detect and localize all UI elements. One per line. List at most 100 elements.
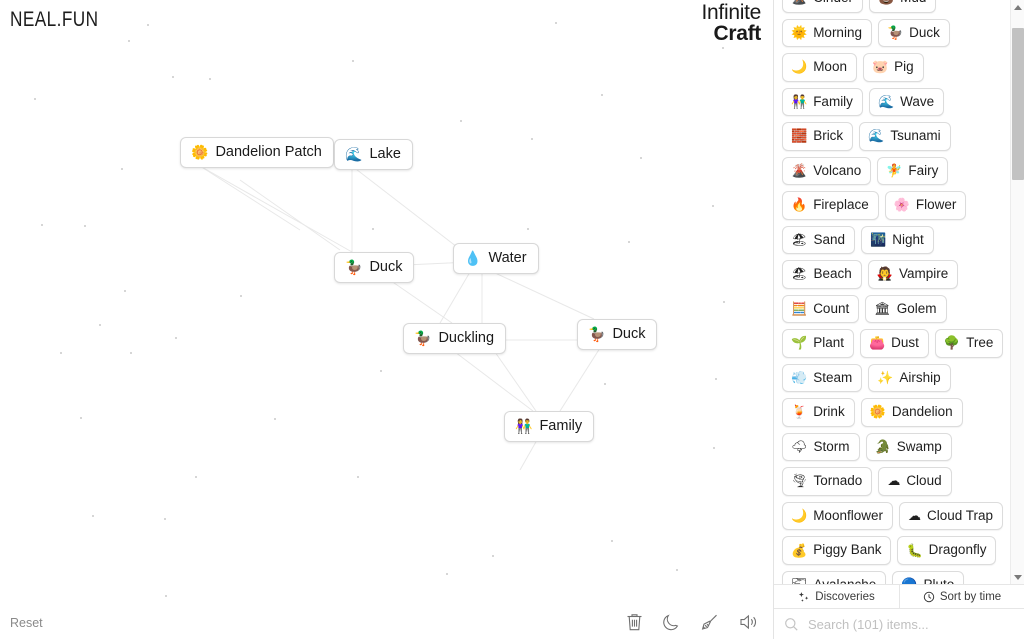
element-item[interactable]: 🌙 Moon (782, 53, 857, 82)
element-item[interactable]: 🏖 Sand (782, 225, 856, 255)
element-item-label: Tree (966, 335, 994, 351)
element-item[interactable]: 🌋 Volcano (782, 156, 872, 186)
element-emoji-icon: 🏛 (874, 300, 891, 316)
element-emoji-icon: 🌊 (868, 128, 885, 144)
element-emoji-icon: ☁ (887, 473, 901, 489)
node-emoji-icon: 🦆 (414, 330, 432, 346)
element-item[interactable]: 🌋 Cinder (782, 0, 863, 13)
element-item[interactable]: 🏛 Golem (865, 294, 947, 324)
search-input[interactable] (806, 615, 1014, 633)
element-item-label: Volcano (813, 162, 862, 178)
node-emoji-icon: 🌊 (345, 146, 363, 162)
scroll-up-arrow[interactable] (1011, 0, 1024, 14)
element-item[interactable]: 🌊 Wave (868, 87, 945, 117)
element-item[interactable]: 🧚 Fairy (877, 156, 949, 186)
infinite-craft-logo: Infinite Craft (701, 1, 762, 44)
element-item[interactable]: 🐷 Pig (862, 53, 924, 82)
element-item[interactable]: ☁ Cloud (878, 467, 952, 496)
element-emoji-icon: 👛 (868, 335, 886, 351)
element-item[interactable]: 🔥 Fireplace (782, 191, 879, 220)
canvas-node[interactable]: 🦆 Duck (334, 252, 415, 283)
sidebar-tabs: Discoveries Sort by time (774, 584, 1024, 609)
element-item[interactable]: 🐊 Swamp (865, 432, 952, 462)
element-item[interactable]: 🌼 Dandelion (860, 398, 963, 427)
element-item[interactable]: 🍹 Drink (782, 398, 855, 427)
element-item-label: Airship (899, 369, 941, 385)
canvas-node[interactable]: 🦆 Duck (577, 319, 658, 350)
sparkle-icon (799, 591, 809, 602)
element-item[interactable]: 🌸 Flower (884, 191, 967, 220)
element-item[interactable]: 🌱 Plant (782, 329, 854, 358)
element-item-label: Fireplace (813, 197, 869, 213)
element-item[interactable]: 🌪 Tornado (782, 467, 873, 496)
element-item[interactable]: 💩 Mud (868, 0, 937, 13)
element-item[interactable]: 🐛 Dragonfly (897, 536, 997, 565)
element-item-label: Tornado (813, 473, 863, 489)
infinite-craft-app: NEAL.FUN Infinite Craft 🌼 Dandelion Patch… (0, 0, 1024, 639)
search-bar[interactable] (774, 609, 1024, 639)
tab-discoveries-label: Discoveries (815, 590, 875, 603)
chevron-down-icon (1014, 574, 1022, 580)
element-item[interactable]: 🦆 Duck (877, 18, 950, 48)
element-item-label: Storm (813, 438, 850, 454)
element-item[interactable]: 🌃 Night (861, 225, 934, 255)
element-item[interactable]: 🧱 Brick (782, 122, 854, 151)
element-item[interactable]: 👫 Family (782, 87, 863, 117)
element-item[interactable]: 🌞 Morning (782, 18, 872, 48)
element-item-label: Pluto (924, 577, 955, 584)
element-item[interactable]: 🌳 Tree (934, 329, 1004, 358)
tab-sort-by-time[interactable]: Sort by time (899, 585, 1024, 608)
canvas-node[interactable]: 🌼 Dandelion Patch (180, 137, 334, 168)
element-item-label: Moonflower (813, 507, 883, 523)
reset-button[interactable]: Reset (10, 616, 43, 630)
crafting-canvas[interactable]: NEAL.FUN Infinite Craft 🌼 Dandelion Patch… (0, 0, 773, 639)
element-emoji-icon: 🔥 (791, 197, 808, 213)
canvas-toolbar (625, 612, 759, 632)
node-emoji-icon: 👫 (515, 418, 533, 434)
elements-list: 🌋 Cinder 💩 Mud 🌞 Morning 🦆 Duck 🌙 Moon 🐷 Pig 👫 Family… (774, 0, 1010, 584)
element-item[interactable]: 🧛 Vampire (867, 260, 959, 289)
element-item[interactable]: 🧮 Count (782, 294, 860, 324)
element-item[interactable]: 💰 Piggy Bank (782, 536, 892, 565)
element-item[interactable]: 🌩 Storm (782, 432, 860, 462)
tab-sort-by-time-label: Sort by time (939, 590, 1002, 603)
element-emoji-icon: 🌋 (791, 0, 807, 4)
clock-icon (923, 591, 935, 602)
sound-icon[interactable] (738, 612, 759, 632)
element-emoji-icon: 🍹 (791, 404, 808, 420)
element-item[interactable]: 🌊 Tsunami (859, 122, 951, 151)
logo-line-infinite: Infinite (701, 1, 762, 24)
canvas-node[interactable]: 🌊 Lake (334, 139, 413, 170)
element-item-label: Cinder (813, 0, 853, 6)
element-emoji-icon: 🌪 (791, 473, 808, 489)
broom-icon[interactable] (699, 612, 720, 632)
element-item[interactable]: 🏖 Beach (782, 260, 862, 289)
moon-icon[interactable] (662, 612, 681, 632)
element-item[interactable]: 🌫 Avalanche (782, 570, 887, 584)
element-item[interactable]: 💨 Steam (782, 363, 863, 393)
search-icon (785, 617, 798, 631)
element-item[interactable]: ☁ Cloud Trap (898, 501, 1004, 531)
element-emoji-icon: 🔵 (901, 578, 917, 584)
node-emoji-icon: 🦆 (588, 326, 606, 342)
canvas-node[interactable]: 💧 Water (453, 243, 539, 274)
trash-icon[interactable] (625, 612, 644, 632)
element-item[interactable]: 🌙 Moonflower (782, 501, 893, 531)
element-emoji-icon: 🏖 (791, 231, 808, 247)
element-item-label: Family (813, 93, 853, 109)
element-emoji-icon: 🧛 (876, 266, 893, 282)
scroll-down-arrow[interactable] (1011, 570, 1024, 584)
sidebar-scrollbar[interactable] (1010, 0, 1024, 584)
tab-discoveries[interactable]: Discoveries (774, 585, 899, 608)
canvas-node[interactable]: 👫 Family (504, 411, 595, 442)
element-item[interactable]: ✨ Airship (868, 363, 951, 393)
scrollbar-thumb[interactable] (1012, 28, 1024, 180)
node-label: Lake (369, 146, 401, 162)
element-item-label: Drink (813, 404, 845, 420)
element-item[interactable]: 🔵 Pluto (892, 570, 965, 584)
canvas-node[interactable]: 🦆 Duckling (403, 323, 507, 354)
element-item[interactable]: 👛 Dust (859, 329, 929, 358)
element-emoji-icon: 🐷 (871, 59, 889, 75)
neal-fun-logo[interactable]: NEAL.FUN (10, 8, 98, 32)
elements-list-viewport[interactable]: 🌋 Cinder 💩 Mud 🌞 Morning 🦆 Duck 🌙 Moon 🐷 Pig 👫 Family… (774, 0, 1024, 584)
